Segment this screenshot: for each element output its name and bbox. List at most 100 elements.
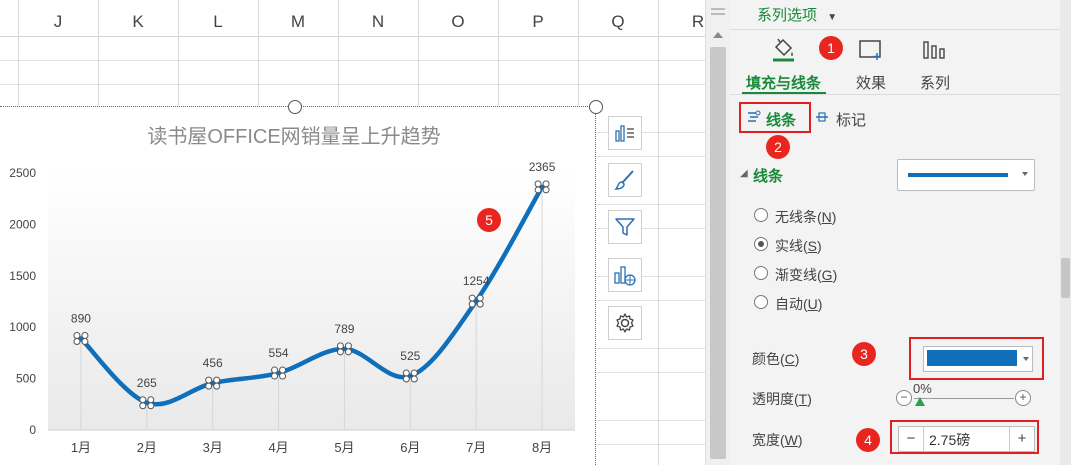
column-header-m[interactable]: M	[258, 0, 338, 36]
gear-icon	[616, 313, 634, 333]
highlight-box	[739, 102, 811, 133]
column-header-bar: J K L M N O P Q R	[0, 0, 705, 37]
line-chart[interactable]: 读书屋OFFICE网销量呈上升趋势 0 500 1000 1500 2000 2500 1…	[0, 106, 596, 465]
column-header-k[interactable]: K	[98, 0, 178, 36]
tab-fill-and-line[interactable]: 填充与线条	[742, 34, 826, 92]
divider	[730, 94, 1060, 95]
chart-styles-button[interactable]	[608, 163, 642, 197]
x-tick-label: 3月	[203, 440, 223, 455]
radio-no-line[interactable]: 无线条(N)	[754, 206, 914, 226]
section-title-line[interactable]: 线条	[753, 165, 783, 186]
section-collapse-icon[interactable]: ◢	[740, 168, 748, 179]
chart-elements-button[interactable]	[608, 116, 642, 150]
effects-icon	[859, 40, 881, 60]
divider	[730, 29, 1060, 30]
tab-effects-label: 效果	[856, 75, 887, 92]
scrollbar-grip-icon	[711, 13, 725, 15]
radio-solid-line[interactable]: 实线(S)	[754, 235, 914, 255]
y-tick-label: 0	[29, 423, 36, 437]
caret-down-icon: ▼	[827, 12, 838, 23]
tab-fill-and-line-label: 填充与线条	[746, 75, 822, 92]
access-key: U	[807, 296, 818, 312]
step-badge-4: 4	[856, 428, 880, 452]
step-badge-5: 5	[477, 208, 501, 232]
paint-bucket-icon	[773, 38, 794, 62]
panel-scrollbar-thumb[interactable]	[1061, 258, 1070, 298]
data-label: 456	[203, 356, 223, 370]
caret-down-icon	[1022, 172, 1028, 176]
series-bars-icon	[923, 41, 945, 59]
chart-filter-button[interactable]	[608, 210, 642, 244]
resize-handle-top[interactable]	[288, 100, 302, 114]
column-header-j[interactable]: J	[18, 0, 98, 36]
column-header-o[interactable]: O	[418, 0, 498, 36]
y-tick-label: 2000	[9, 217, 36, 231]
highlight-box	[909, 337, 1044, 380]
column-header-n[interactable]: N	[338, 0, 418, 36]
subtab-marker[interactable]: 标记	[814, 104, 880, 130]
highlight-box	[890, 420, 1039, 454]
online-chart-button[interactable]	[608, 258, 642, 292]
sheet-vertical-scrollbar[interactable]	[705, 0, 731, 465]
tab-series-label: 系列	[920, 75, 951, 92]
tab-effects[interactable]: 效果	[842, 34, 898, 92]
subtab-marker-label: 标记	[836, 112, 867, 129]
step-badge-3: 3	[852, 342, 876, 366]
step-badge-1: 1	[819, 36, 843, 60]
x-tick-label: 4月	[268, 440, 288, 455]
x-tick-label: 7月	[466, 440, 486, 455]
column-header-r[interactable]: R	[658, 0, 705, 36]
chart-elements-icon	[615, 125, 634, 142]
data-label: 265	[137, 376, 157, 390]
resize-handle-top-right[interactable]	[589, 100, 603, 114]
chart-canvas: 读书屋OFFICE网销量呈上升趋势 0 500 1000 1500 2000 2500 1…	[9, 125, 575, 455]
chart-globe-icon	[614, 266, 636, 286]
radio-gradient-line[interactable]: 渐变线(G)	[754, 264, 914, 284]
scrollbar-grip-icon	[711, 8, 725, 10]
radio-circle	[754, 208, 768, 222]
series-options-dropdown[interactable]: 系列选项 ▼	[757, 4, 837, 25]
transparency-value: 0%	[913, 381, 932, 396]
transparency-decrease-button[interactable]: −	[896, 390, 912, 406]
scroll-up-arrow-icon[interactable]	[713, 32, 723, 38]
x-tick-label: 8月	[532, 440, 552, 455]
data-label: 789	[334, 322, 354, 336]
column-header-l[interactable]: L	[178, 0, 258, 36]
scrollbar-thumb[interactable]	[710, 47, 726, 459]
y-tick-label: 2500	[9, 166, 36, 180]
data-label: 2365	[529, 160, 556, 174]
line-style-dropdown[interactable]	[897, 159, 1035, 191]
width-label: 宽度(W)	[752, 432, 803, 448]
data-label: 1254	[463, 274, 490, 288]
column-header-q[interactable]: Q	[578, 0, 658, 36]
chart-settings-button[interactable]	[608, 306, 642, 340]
y-tick-label: 1500	[9, 269, 36, 283]
radio-circle-selected	[754, 237, 768, 251]
access-key: S	[807, 238, 818, 254]
transparency-slider-thumb[interactable]	[915, 397, 925, 406]
radio-circle	[754, 295, 768, 309]
y-tick-label: 500	[16, 372, 36, 386]
transparency-increase-button[interactable]: +	[1015, 390, 1031, 406]
radio-solid-line-label: 实线	[775, 238, 803, 254]
x-tick-label: 6月	[400, 440, 420, 455]
spreadsheet-grid[interactable]: J K L M N O P Q R 读书屋OFFICE网销量呈上升趋势 0 50…	[0, 0, 705, 465]
data-label: 890	[71, 312, 91, 326]
series-options-label: 系列选项	[757, 7, 818, 24]
panel-vertical-scrollbar[interactable]	[1060, 0, 1071, 465]
y-tick-label: 1000	[9, 320, 36, 334]
chart-title[interactable]: 读书屋OFFICE网销量呈上升趋势	[147, 125, 440, 148]
grid-line	[0, 60, 705, 61]
marker-style-icon	[816, 112, 828, 122]
x-tick-label: 5月	[334, 440, 354, 455]
radio-automatic-label: 自动	[775, 296, 803, 312]
column-header-p[interactable]: P	[498, 0, 578, 36]
color-label: 颜色(C)	[752, 351, 800, 367]
radio-gradient-line-label: 渐变线	[775, 267, 817, 283]
radio-automatic[interactable]: 自动(U)	[754, 293, 914, 313]
grid-line	[658, 0, 659, 465]
x-tick-label: 1月	[71, 440, 91, 455]
transparency-slider-track[interactable]	[914, 398, 1014, 399]
data-label: 525	[400, 349, 420, 363]
tab-series[interactable]: 系列	[906, 34, 962, 92]
